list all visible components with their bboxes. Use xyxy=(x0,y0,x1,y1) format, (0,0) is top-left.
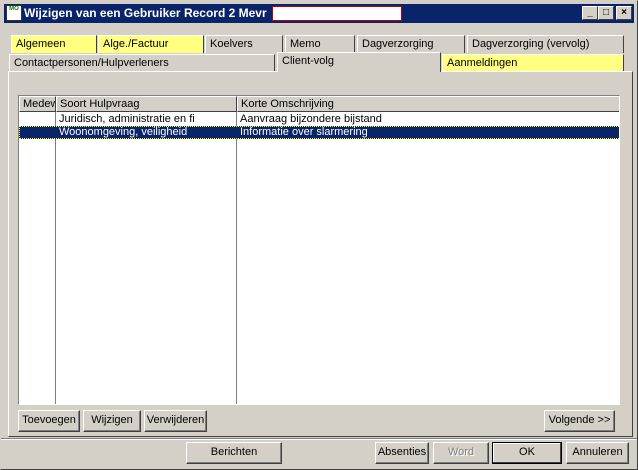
column-header-medew[interactable]: Medew xyxy=(19,96,56,112)
tab-memo[interactable]: Memo xyxy=(285,35,355,53)
tab-dagverzorging[interactable]: Dagverzorging xyxy=(357,35,465,53)
tab-label: Memo xyxy=(290,38,321,50)
tab-label: Koelvers xyxy=(210,38,253,50)
add-button[interactable]: Toevoegen xyxy=(18,410,80,432)
tab-contactpersonen[interactable]: Contactpersonen/Hulpverleners xyxy=(9,54,275,72)
edit-button[interactable]: Wijzigen xyxy=(83,410,141,432)
tab-dagverzorging-vervolg[interactable]: Dagverzorging (vervolg) xyxy=(467,35,624,53)
column-divider xyxy=(55,112,56,404)
cell-soort: Juridisch, administratie en fi xyxy=(59,113,195,125)
cell-medew xyxy=(19,126,55,139)
tab-label: Dagverzorging xyxy=(362,38,434,50)
cell-omschrijving: Informatie over slarmering xyxy=(240,126,368,138)
tab-label: Contactpersonen/Hulpverleners xyxy=(14,57,169,69)
tab-label: Client-volg xyxy=(282,55,334,67)
column-divider xyxy=(236,112,237,404)
delete-button[interactable]: Verwijderen xyxy=(144,410,207,432)
tab-label: Aanmeldingen xyxy=(447,57,518,69)
tab-algemeen[interactable]: Algemeen xyxy=(11,35,97,53)
close-icon[interactable]: × xyxy=(616,6,632,20)
tab-label: Alge./Factuur xyxy=(103,38,169,50)
tab-label: Algemeen xyxy=(16,38,66,50)
maximize-icon[interactable]: □ xyxy=(598,6,614,20)
title-name-field xyxy=(272,6,402,21)
tab-alge-factuur[interactable]: Alge./Factuur xyxy=(98,35,204,53)
tab-label: Dagverzorging (vervolg) xyxy=(472,38,590,50)
window-title: Wijzigen van een Gebruiker Record 2 Mevr xyxy=(24,6,267,20)
next-button[interactable]: Volgende >> xyxy=(544,410,615,432)
cancel-button[interactable]: Annuleren xyxy=(566,442,629,464)
tab-client-volg[interactable]: Client-volg xyxy=(277,52,441,72)
cell-omschrijving: Aanvraag bijzondere bijstand xyxy=(240,113,382,125)
app-icon: MO xyxy=(6,5,22,21)
messages-button[interactable]: Berichten xyxy=(186,442,282,464)
dialog-window: MO Wijzigen van een Gebruiker Record 2 M… xyxy=(0,0,638,470)
absences-button[interactable]: Absenties xyxy=(375,442,429,464)
tab-koelvers[interactable]: Koelvers xyxy=(205,35,283,53)
cell-soort: Woonomgeving, veiligheid xyxy=(59,126,188,138)
column-header-soort-hulpvraag[interactable]: Soort Hulpvraag xyxy=(56,96,237,112)
word-button[interactable]: Word xyxy=(433,442,489,464)
minimize-icon[interactable]: _ xyxy=(582,6,598,20)
tab-aanmeldingen[interactable]: Aanmeldingen xyxy=(442,54,624,72)
cell-medew xyxy=(19,113,55,126)
column-header-korte-omschrijving[interactable]: Korte Omschrijving xyxy=(237,96,619,112)
title-bar[interactable]: MO Wijzigen van een Gebruiker Record 2 M… xyxy=(4,4,634,23)
footer-separator xyxy=(1,438,637,440)
table-row[interactable]: Juridisch, administratie en fi Aanvraag … xyxy=(19,113,619,126)
table-row[interactable]: Woonomgeving, veiligheid Informatie over… xyxy=(19,126,619,139)
client-volg-grid[interactable]: Medew Soort Hulpvraag Korte Omschrijving… xyxy=(18,95,620,405)
ok-button[interactable]: OK xyxy=(492,442,562,464)
